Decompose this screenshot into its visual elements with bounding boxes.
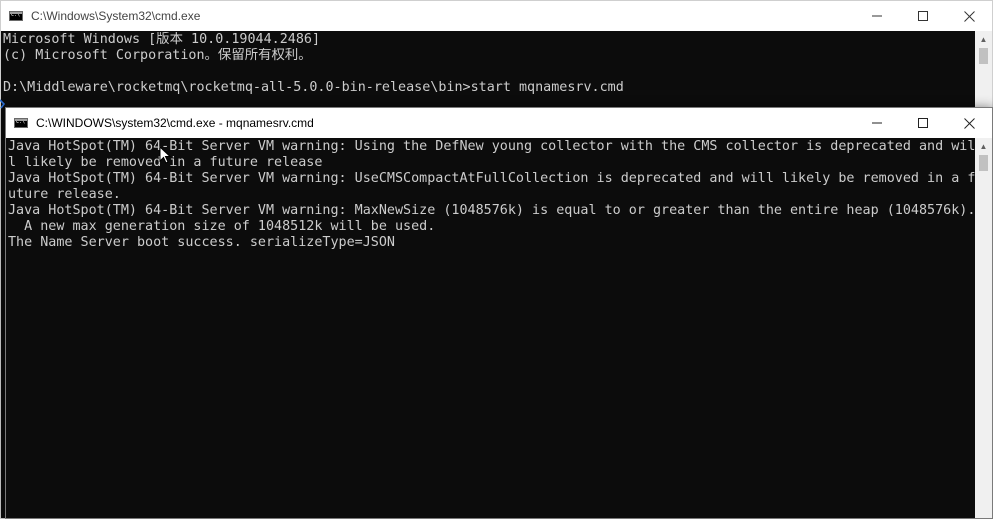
window-title: C:\WINDOWS\system32\cmd.exe - mqnamesrv.…	[36, 116, 314, 130]
console-line: The Name Server boot success. serializeT…	[8, 235, 395, 250]
window-title: C:\Windows\System32\cmd.exe	[31, 9, 201, 23]
vertical-scrollbar[interactable]: ▲	[975, 138, 992, 518]
console-line: l likely be removed in a future release	[8, 155, 323, 170]
close-button[interactable]	[946, 108, 992, 138]
cmd-icon	[9, 11, 23, 21]
scroll-up-arrow[interactable]: ▲	[975, 138, 992, 155]
console-output[interactable]: Java HotSpot(TM) 64-Bit Server VM warnin…	[6, 138, 975, 518]
mouse-cursor-icon	[159, 146, 171, 164]
console-line: D:\Middleware\rocketmq\rocketmq-all-5.0.…	[3, 80, 624, 95]
cmd-window-mqnamesrv[interactable]: C:\WINDOWS\system32\cmd.exe - mqnamesrv.…	[5, 107, 993, 519]
scroll-thumb[interactable]	[979, 155, 988, 171]
minimize-button[interactable]	[854, 1, 900, 31]
titlebar[interactable]: C:\WINDOWS\system32\cmd.exe - mqnamesrv.…	[6, 108, 992, 138]
scroll-up-arrow[interactable]: ▲	[975, 31, 992, 48]
console-line: Java HotSpot(TM) 64-Bit Server VM warnin…	[8, 139, 975, 154]
window-controls	[854, 108, 992, 138]
scroll-thumb[interactable]	[979, 48, 988, 64]
console-line: (c) Microsoft Corporation。保留所有权利。	[3, 48, 312, 63]
maximize-icon	[918, 118, 928, 128]
window-controls	[854, 1, 992, 31]
maximize-icon	[918, 11, 928, 21]
minimize-icon	[872, 122, 882, 124]
titlebar[interactable]: C:\Windows\System32\cmd.exe	[1, 1, 992, 31]
close-icon	[963, 10, 975, 22]
console-line: Java HotSpot(TM) 64-Bit Server VM warnin…	[8, 171, 975, 186]
console-line: Microsoft Windows [版本 10.0.19044.2486]	[3, 32, 321, 47]
close-icon	[963, 117, 975, 129]
minimize-button[interactable]	[854, 108, 900, 138]
minimize-icon	[872, 15, 882, 17]
close-button[interactable]	[946, 1, 992, 31]
console-line: A new max generation size of 1048512k wi…	[8, 219, 436, 234]
maximize-button[interactable]	[900, 108, 946, 138]
console-line: Java HotSpot(TM) 64-Bit Server VM warnin…	[8, 203, 975, 218]
maximize-button[interactable]	[900, 1, 946, 31]
console-line: uture release.	[8, 187, 121, 202]
cmd-icon	[14, 118, 28, 128]
